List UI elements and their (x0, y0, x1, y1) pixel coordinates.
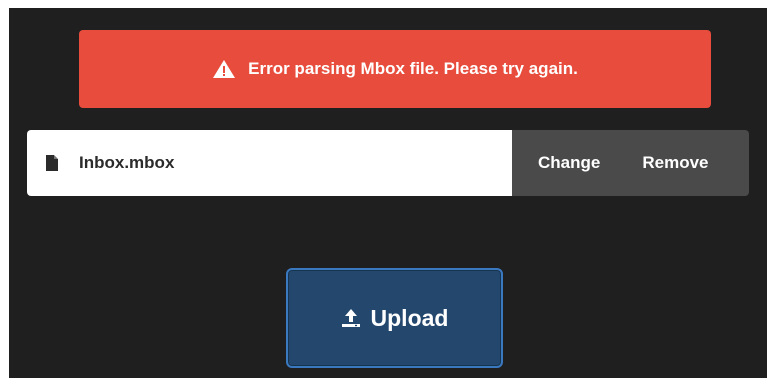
file-actions: Change Remove (512, 130, 749, 196)
file-name: Inbox.mbox (79, 153, 175, 172)
warning-icon (212, 59, 236, 79)
upload-label: Upload (370, 304, 449, 331)
file-name-field: Inbox.mbox (27, 130, 512, 196)
upload-button[interactable]: Upload (286, 268, 503, 368)
error-banner: Error parsing Mbox file. Please try agai… (79, 30, 711, 108)
remove-file-button[interactable]: Remove (642, 153, 708, 173)
error-message: Error parsing Mbox file. Please try agai… (248, 59, 578, 78)
selected-file-row: Inbox.mbox Change Remove (27, 130, 749, 196)
file-icon (46, 155, 58, 171)
upload-panel: Error parsing Mbox file. Please try agai… (9, 8, 767, 378)
upload-icon (341, 308, 361, 328)
change-file-button[interactable]: Change (538, 153, 600, 173)
